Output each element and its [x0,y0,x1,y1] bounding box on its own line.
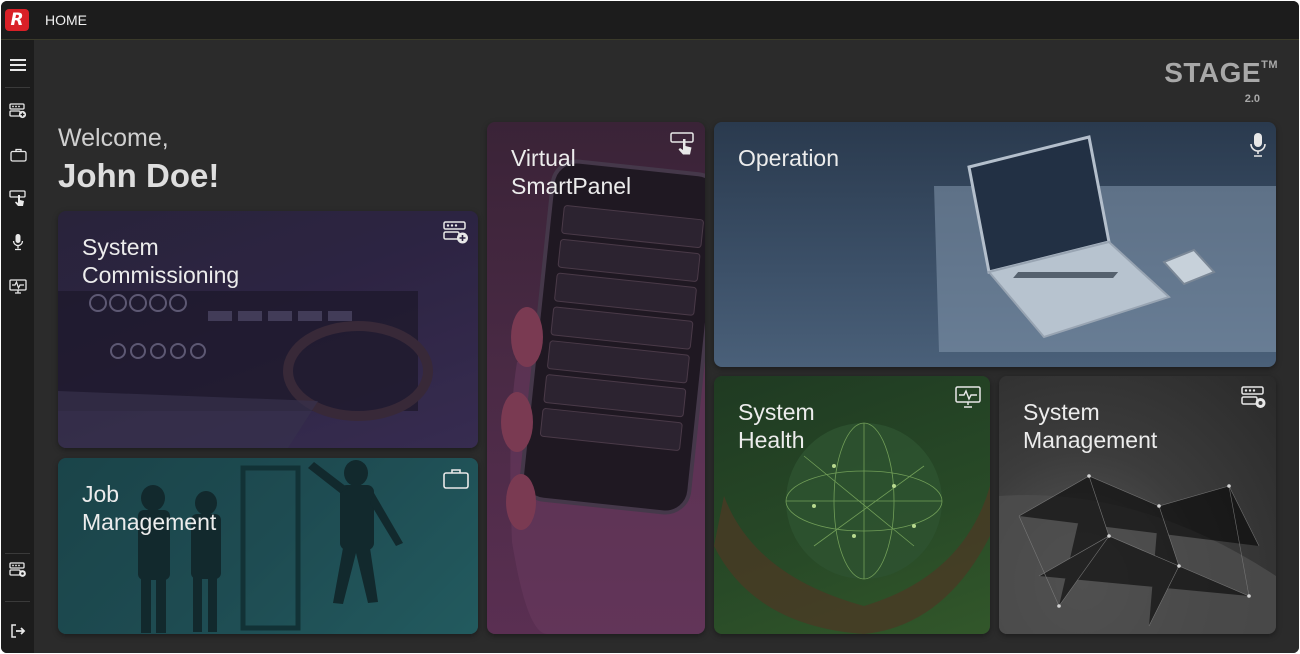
rack-settings-icon [1241,386,1267,415]
sidebar [1,40,34,653]
tile-title: System Commissioning [82,234,240,288]
product-brand: STAGETM 2.0 [1164,57,1278,105]
tile-title: Job Management [82,481,217,535]
trademark: TM [1261,59,1278,71]
tile-title: Virtual SmartPanel [511,145,632,199]
microphone-icon [1249,132,1267,163]
tile-job-management[interactable]: Job Management [58,458,478,634]
briefcase-icon [443,468,469,495]
version-label: 2.0 [1244,93,1260,105]
tile-operation[interactable]: Operation [714,122,1276,367]
monitor-pulse-icon[interactable] [7,276,29,296]
rack-add-icon [443,221,469,250]
main-content: STAGETM 2.0 Welcome, John Doe! System Co… [34,40,1299,653]
tile-system-management[interactable]: System Management [999,376,1276,634]
top-bar: R HOME [1,1,1299,40]
tile-virtual-smartpanel[interactable]: Virtual SmartPanel [487,122,705,634]
sidebar-divider [5,553,30,554]
microphone-icon[interactable] [7,232,29,252]
tile-title: System Management [1023,399,1158,453]
tile-system-commissioning[interactable]: System Commissioning [58,211,478,448]
sidebar-divider [5,87,30,88]
page-title: HOME [45,12,87,28]
user-name: John Doe! [58,157,220,194]
menu-icon[interactable] [7,55,29,75]
rack-add-icon[interactable] [7,101,29,121]
touch-panel-icon[interactable] [7,188,29,208]
rack-settings-icon[interactable] [7,560,29,580]
app-window: R HOME STAGETM 2.0 Welcome, John Doe! Sy… [1,1,1299,653]
briefcase-icon[interactable] [7,145,29,165]
tile-title: System Health [738,399,815,453]
brand-name: STAGETM [1164,57,1278,88]
sidebar-divider [5,601,30,602]
logout-icon[interactable] [7,621,29,641]
welcome-block: Welcome, John Doe! [58,124,219,195]
welcome-greeting: Welcome, [58,124,169,152]
monitor-pulse-icon [955,386,981,413]
tile-system-health[interactable]: System Health [714,376,990,634]
touch-panel-icon [670,132,696,161]
riedel-logo[interactable]: R [5,9,29,31]
tile-title: Operation [738,145,840,171]
